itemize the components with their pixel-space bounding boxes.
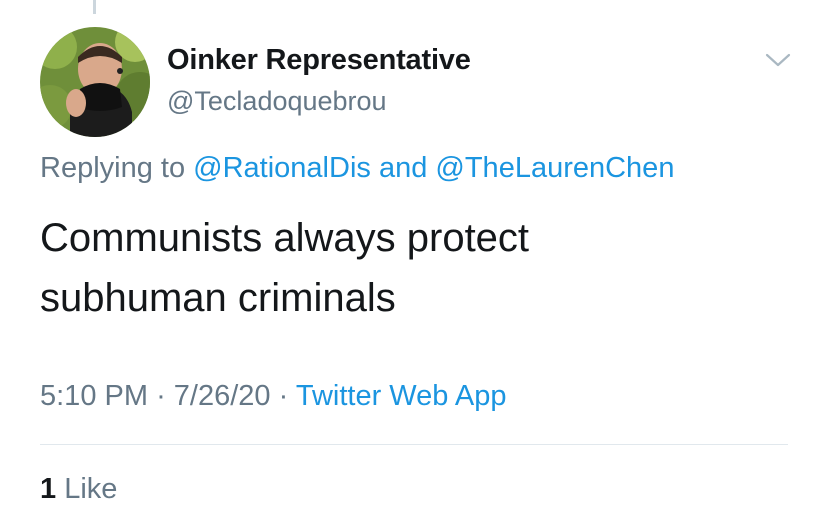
tweet-time[interactable]: 5:10 PM: [40, 380, 148, 412]
replying-prefix: Replying to: [40, 152, 186, 184]
likes-count: 1: [40, 473, 57, 505]
replying-to-line: Replying to @RationalDis and @TheLaurenC…: [40, 152, 674, 185]
likes-label: Like: [64, 473, 118, 505]
divider: [40, 444, 788, 445]
avatar[interactable]: [40, 27, 150, 137]
replying-conjunction: and: [378, 152, 428, 184]
tweet-menu-button[interactable]: [764, 50, 792, 70]
tweet-source-link[interactable]: Twitter Web App: [296, 380, 507, 412]
meta-separator: ·: [156, 380, 166, 412]
profile-photo-icon: [40, 27, 150, 137]
tweet-text: Communists always protect subhuman crimi…: [40, 208, 780, 328]
chevron-down-icon: [765, 53, 791, 67]
likes-stat[interactable]: 1 Like: [40, 473, 117, 506]
author-display-name[interactable]: Oinker Representative: [167, 44, 471, 77]
mention-link-thelaurenchen[interactable]: @TheLaurenChen: [435, 152, 674, 184]
thread-connector-line: [93, 0, 96, 14]
mention-link-rationaldis[interactable]: @RationalDis: [193, 152, 371, 184]
tweet-metadata: 5:10 PM · 7/26/20 · Twitter Web App: [40, 380, 506, 413]
author-handle[interactable]: @Tecladoquebrou: [167, 86, 387, 117]
tweet-text-line: subhuman criminals: [40, 276, 396, 320]
tweet-text-line: Communists always protect: [40, 216, 530, 260]
meta-separator: ·: [278, 380, 289, 412]
tweet-date[interactable]: 7/26/20: [174, 380, 271, 412]
